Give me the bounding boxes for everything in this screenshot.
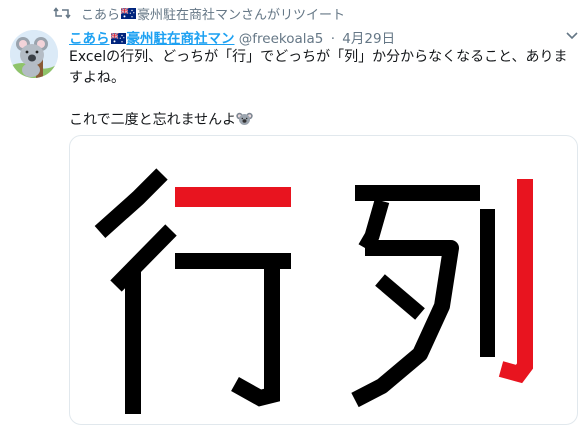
chevron-down-icon[interactable] [565, 28, 579, 42]
tweet-date[interactable]: 4月29日 [342, 31, 395, 47]
retweet-context[interactable]: こあら 豪州駐在商社マンさんがリツイート [53, 4, 346, 23]
tweet-line-1: Excelの行列、どっちが「行」でどっちが「列」か分からなくなること、ありますよ… [69, 49, 568, 86]
retweeter-name: こあら [81, 7, 121, 23]
australia-flag-icon [121, 7, 137, 19]
koala-emoji-icon [236, 112, 253, 125]
retsu-character [351, 179, 533, 408]
australia-flag-icon [110, 33, 126, 44]
author-display-name[interactable]: こあら 豪州駐在商社マン [69, 31, 235, 47]
header-separator: · [330, 31, 335, 47]
tweet-header: こあら 豪州駐在商社マン @freekoala5 · 4月29日 [69, 27, 395, 47]
gyou-retsu-image [94, 168, 533, 414]
tweet-line-2: これで二度と忘れませんよ [69, 110, 574, 131]
retweet-suffix: 豪州駐在商社マンさんがリツイート [137, 7, 346, 23]
tweet-image[interactable] [69, 135, 578, 425]
author-handle[interactable]: @freekoala5 [239, 31, 324, 47]
gyou-character [94, 168, 291, 414]
koala-avatar-icon [10, 30, 58, 78]
avatar[interactable] [10, 30, 58, 78]
retweet-icon [53, 7, 71, 19]
tweet-text: Excelの行列、どっちが「行」でどっちが「列」か分からなくなること、ありますよ… [69, 47, 574, 131]
